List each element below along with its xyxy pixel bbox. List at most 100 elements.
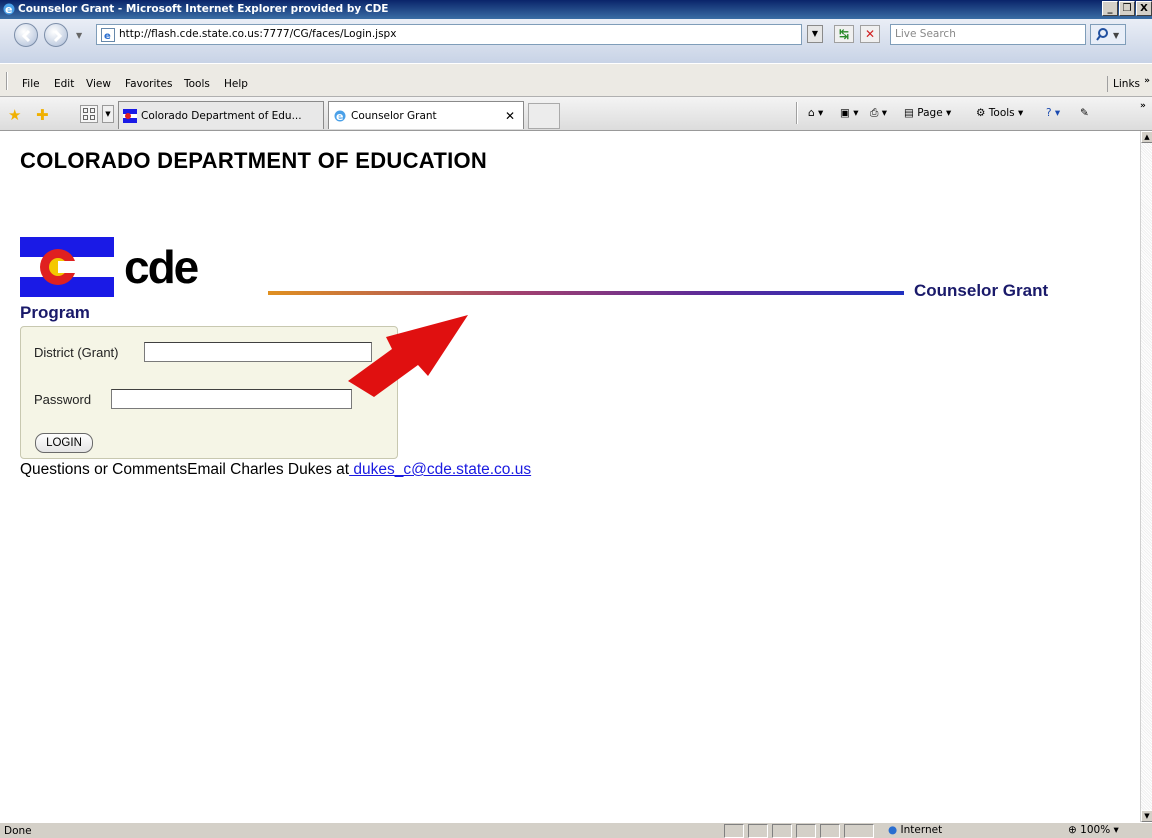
menu-edit[interactable]: Edit [54, 78, 74, 90]
help-menu-button[interactable]: ? ▾ [1046, 107, 1060, 119]
add-favorites-star-icon[interactable]: ✚ [36, 106, 49, 124]
menu-help[interactable]: Help [224, 78, 248, 90]
quick-tabs-button[interactable] [80, 105, 98, 123]
address-url[interactable]: http://flash.cde.state.co.us:7777/CG/fac… [119, 28, 396, 40]
status-panel [748, 824, 768, 838]
page-content: COLORADO DEPARTMENT OF EDUCATION cde Cou… [0, 131, 1140, 822]
menu-view[interactable]: View [86, 78, 111, 90]
menu-grip [6, 72, 8, 90]
print-button[interactable]: ⎙ ▾ [870, 107, 887, 120]
status-panel [772, 824, 792, 838]
password-input[interactable] [111, 389, 352, 409]
feeds-button[interactable]: ▣ ▾ [840, 107, 859, 119]
live-search-input[interactable]: Live Search [890, 24, 1086, 45]
status-panel [820, 824, 840, 838]
refresh-button[interactable]: ↹ [834, 25, 854, 43]
recent-pages-dropdown-icon[interactable]: ▼ [76, 31, 82, 40]
command-bar-separator [796, 102, 798, 124]
search-button[interactable]: ▼ [1090, 24, 1126, 45]
minimize-button[interactable]: _ [1102, 1, 1118, 16]
favorites-center-star-icon[interactable]: ★ [8, 106, 21, 124]
back-arrow-icon [21, 29, 31, 43]
district-label: District (Grant) [34, 345, 119, 360]
forward-button[interactable] [44, 23, 68, 47]
status-text: Done [4, 825, 32, 837]
zoom-label: 100% [1080, 824, 1111, 836]
help-icon: ? [1046, 107, 1052, 119]
tab-label: Counselor Grant [351, 110, 437, 122]
forward-arrow-icon [53, 29, 63, 43]
scroll-down-icon[interactable]: ▼ [1141, 810, 1152, 822]
links-label: Links [1113, 78, 1140, 90]
close-button[interactable]: X [1136, 1, 1152, 16]
app-name: Counselor Grant [914, 281, 1049, 300]
svg-text:▼: ▼ [1113, 31, 1120, 40]
menu-file[interactable]: File [22, 78, 40, 90]
home-icon: ⌂ [808, 107, 815, 119]
status-panel [844, 824, 874, 838]
contact-line: Questions or CommentsEmail Charles Dukes… [20, 461, 531, 479]
page-ie-icon: e [101, 28, 115, 42]
close-tab-icon[interactable]: ✕ [505, 109, 515, 123]
address-toolbar: ▼ e http://flash.cde.state.co.us:7777/CG… [0, 19, 1152, 63]
stop-icon: ✕ [864, 27, 876, 41]
chevron-right-icon[interactable]: » [1144, 76, 1150, 86]
svg-text:e: e [336, 110, 343, 123]
stop-button[interactable]: ✕ [860, 25, 880, 43]
command-chevron-icon[interactable]: » [1140, 101, 1146, 111]
login-button[interactable]: LOGIN [35, 433, 93, 453]
search-placeholder: Live Search [895, 28, 956, 40]
gear-icon: ⚙ [976, 107, 986, 119]
menu-favorites[interactable]: Favorites [125, 78, 172, 90]
tab-bar: ★ ✚ ▼ Colorado Department of Edu... e Co… [0, 97, 1152, 131]
tab-label: Colorado Department of Edu... [141, 110, 302, 122]
address-dropdown-button[interactable]: ▼ [807, 25, 823, 43]
zone-label: Internet [900, 824, 943, 836]
status-bar: Done ● Internet ⊕ 100% ▾ [0, 822, 1152, 838]
internet-explorer-icon: e [3, 3, 15, 16]
tools-menu-label: Tools [988, 107, 1015, 119]
app-name-program: Program [20, 303, 90, 322]
internet-explorer-icon: e [334, 110, 346, 123]
svg-text:e: e [5, 3, 12, 16]
zoom-icon: ⊕ [1068, 824, 1077, 836]
password-label: Password [34, 392, 92, 407]
tools-menu-button[interactable]: ⚙ Tools ▾ [976, 107, 1023, 119]
menu-tools[interactable]: Tools [184, 78, 210, 90]
links-toolbar[interactable]: Links [1107, 76, 1140, 92]
page-menu-button[interactable]: ▤ Page ▾ [904, 107, 951, 119]
window-controls: _ ❒ X [1101, 1, 1152, 16]
menu-bar: File Edit View Favorites Tools Help Link… [0, 63, 1152, 97]
zoom-level[interactable]: ⊕ 100% ▾ [1068, 824, 1119, 836]
globe-icon: ● [888, 824, 898, 836]
window-title-bar[interactable]: e Counselor Grant - Microsoft Internet E… [0, 0, 1152, 19]
contact-email-link[interactable]: dukes_c@cde.state.co.us [349, 461, 531, 478]
tab-counselor-grant[interactable]: e Counselor Grant ✕ [328, 101, 524, 129]
security-zone[interactable]: ● Internet [888, 824, 942, 836]
search-icon: ▼ [1096, 28, 1120, 41]
red-arrow-annotation [348, 315, 468, 397]
cde-favicon-icon [123, 109, 137, 123]
status-panel [796, 824, 816, 838]
restore-button[interactable]: ❒ [1119, 1, 1135, 16]
new-tab-button[interactable] [528, 103, 560, 129]
scroll-up-icon[interactable]: ▲ [1141, 131, 1152, 143]
tab-list-dropdown-button[interactable]: ▼ [102, 105, 114, 123]
address-field[interactable]: e http://flash.cde.state.co.us:7777/CG/f… [96, 24, 802, 45]
research-icon: ✎ [1080, 107, 1089, 119]
vertical-scrollbar[interactable]: ▲ ▼ [1140, 131, 1152, 822]
tab-colorado-department[interactable]: Colorado Department of Edu... [118, 101, 324, 129]
header-gradient-bar [268, 291, 904, 295]
svg-text:e: e [104, 31, 111, 42]
window-title: Counselor Grant - Microsoft Internet Exp… [18, 3, 389, 15]
feeds-icon: ▣ [840, 107, 850, 119]
page-icon: ▤ [904, 107, 914, 119]
colorado-flag-logo [20, 237, 114, 297]
page-menu-label: Page [917, 107, 943, 119]
cde-logo-text: cde [124, 241, 199, 293]
back-button[interactable] [14, 23, 38, 47]
research-button[interactable]: ✎ [1080, 107, 1089, 119]
status-panel [724, 824, 744, 838]
home-button[interactable]: ⌂ ▾ [808, 107, 823, 119]
print-icon: ⎙ [870, 107, 879, 119]
